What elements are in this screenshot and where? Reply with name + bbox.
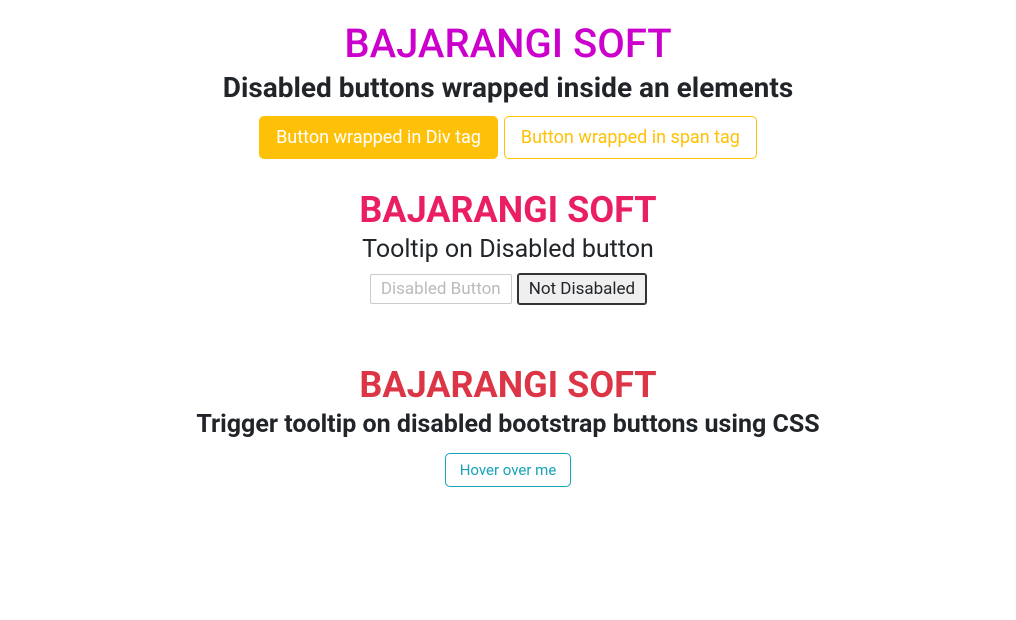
button-row-1: Button wrapped in Div tag Button wrapped… [0,116,1016,159]
brand-title-1: BAJARANGI SOFT [0,20,1016,67]
brand-title-3: BAJARANGI SOFT [0,364,1016,406]
button-wrapped-div[interactable]: Button wrapped in Div tag [259,116,498,159]
button-row-3: Hover over me [0,453,1016,487]
button-wrapped-span[interactable]: Button wrapped in span tag [504,116,757,159]
brand-title-2: BAJARANGI SOFT [0,189,1016,231]
not-disabled-button[interactable]: Not Disabaled [518,274,646,304]
section-wrapped-buttons: BAJARANGI SOFT Disabled buttons wrapped … [0,20,1016,159]
subtitle-2: Tooltip on Disabled button [0,235,1016,264]
subtitle-3: Trigger tooltip on disabled bootstrap bu… [0,410,1016,439]
page-container: BAJARANGI SOFT Disabled buttons wrapped … [0,20,1016,487]
hover-over-me-button[interactable]: Hover over me [445,453,572,487]
section-css-tooltip: BAJARANGI SOFT Trigger tooltip on disabl… [0,364,1016,487]
disabled-button: Disabled Button [370,274,512,304]
subtitle-1: Disabled buttons wrapped inside an eleme… [0,71,1016,104]
section-tooltip-disabled: BAJARANGI SOFT Tooltip on Disabled butto… [0,189,1016,304]
button-row-2: Disabled Button Not Disabaled [0,274,1016,304]
